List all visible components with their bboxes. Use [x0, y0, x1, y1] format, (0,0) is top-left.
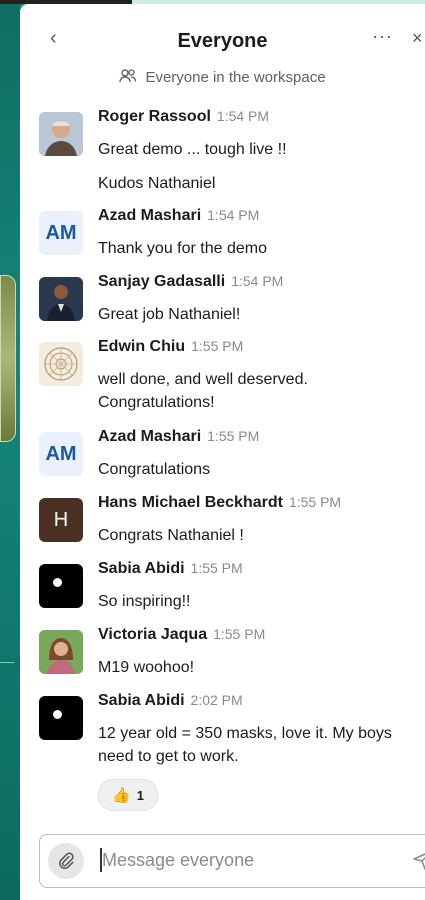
- message-text: Congrats Nathaniel !: [98, 527, 244, 544]
- close-button[interactable]: ×: [412, 28, 423, 49]
- message-time: 1:55 PM: [190, 560, 243, 576]
- author-name[interactable]: Hans Michael Beckhardt: [98, 494, 283, 511]
- dot-icon: [53, 710, 62, 719]
- send-icon: [413, 853, 425, 870]
- subtitle-text: Everyone in the workspace: [145, 69, 326, 86]
- message-header: Roger Rassool 1:54 PM: [98, 108, 269, 126]
- author-name[interactable]: Edwin Chiu: [98, 338, 185, 355]
- message-header: Edwin Chiu 1:55 PM: [98, 338, 243, 356]
- avatar-azad-mashari[interactable]: AM: [39, 211, 83, 255]
- chat-header: ‹ Everyone ··· ×: [20, 4, 425, 62]
- attach-button[interactable]: [48, 843, 84, 879]
- message-text: Congratulations: [98, 461, 211, 478]
- message-text: Great demo ... tough live !!: [98, 141, 287, 158]
- send-button[interactable]: [412, 849, 425, 876]
- avatar-sanjay-gadasalli[interactable]: [39, 277, 83, 321]
- author-name[interactable]: Sanjay Gadasalli: [98, 273, 225, 290]
- message-time: 2:02 PM: [190, 692, 243, 708]
- message-text: Thank you for the demo: [98, 240, 267, 257]
- avatar-edwin-chiu[interactable]: [39, 342, 83, 386]
- paperclip-icon: [59, 852, 74, 870]
- message-text: Great job Nathaniel!: [98, 306, 241, 323]
- people-icon: [119, 68, 137, 88]
- message-time: 1:54 PM: [207, 207, 260, 223]
- chat-panel: ‹ Everyone ··· × Everyone in the workspa…: [20, 4, 425, 900]
- reaction-thumbs-up[interactable]: 👍 1: [98, 779, 158, 811]
- message-header: Sabia Abidi 1:55 PM: [98, 560, 243, 578]
- message-time: 1:54 PM: [231, 273, 284, 289]
- avatar-azad-mashari[interactable]: AM: [39, 432, 83, 476]
- channel-subtitle: Everyone in the workspace: [20, 68, 425, 88]
- message-composer: [39, 834, 425, 888]
- message-time: 1:55 PM: [207, 428, 260, 444]
- author-name[interactable]: Azad Mashari: [98, 207, 201, 224]
- message-text: 12 year old = 350 masks, love it. My boy…: [98, 725, 392, 742]
- profile-photo-icon: [39, 112, 83, 156]
- profile-photo-icon: [39, 277, 83, 321]
- author-name[interactable]: Roger Rassool: [98, 108, 211, 125]
- background-divider: [0, 662, 14, 663]
- author-name[interactable]: Azad Mashari: [98, 428, 201, 445]
- avatar-victoria-jaqua[interactable]: [39, 630, 83, 674]
- avatar-hans-michael-beckhardt[interactable]: H: [39, 498, 83, 542]
- profile-photo-icon: [39, 630, 83, 674]
- message-text: Congratulations!: [98, 394, 215, 411]
- channel-title: Everyone: [177, 30, 268, 52]
- message-time: 1:55 PM: [213, 626, 266, 642]
- reaction-count: 1: [136, 787, 144, 803]
- author-name[interactable]: Sabia Abidi: [98, 560, 185, 577]
- more-options-button[interactable]: ···: [372, 26, 393, 47]
- message-time: 1:55 PM: [191, 338, 244, 354]
- message-header: Sanjay Gadasalli 1:54 PM: [98, 273, 283, 291]
- avatar-sabia-abidi[interactable]: [39, 564, 83, 608]
- message-text: M19 woohoo!: [98, 659, 195, 676]
- message-header: Azad Mashari 1:54 PM: [98, 207, 259, 225]
- author-name[interactable]: Victoria Jaqua: [98, 626, 207, 643]
- message-time: 1:55 PM: [288, 494, 342, 510]
- background-sidebar-card: [0, 275, 16, 442]
- message-time: 1:54 PM: [216, 108, 270, 124]
- message-header: Sabia Abidi 2:02 PM: [98, 692, 243, 710]
- dot-icon: [53, 578, 62, 587]
- message-header: Victoria Jaqua 1:55 PM: [98, 626, 265, 644]
- message-header: Hans Michael Beckhardt 1:55 PM: [98, 494, 341, 512]
- message-header: Azad Mashari 1:55 PM: [98, 428, 259, 446]
- avatar-sabia-abidi[interactable]: [39, 696, 83, 740]
- author-name[interactable]: Sabia Abidi: [98, 692, 185, 709]
- message-text: Kudos Nathaniel: [98, 175, 216, 192]
- thumbs-up-icon: 👍: [112, 787, 131, 804]
- message-text: need to get to work.: [98, 748, 239, 765]
- message-text: well done, and well deserved.: [98, 371, 308, 388]
- mandala-icon: [39, 342, 83, 386]
- avatar-roger-rassool[interactable]: [39, 112, 83, 156]
- message-text: So inspiring!!: [98, 593, 191, 610]
- workspace-background: [0, 0, 20, 900]
- message-input[interactable]: [102, 845, 382, 875]
